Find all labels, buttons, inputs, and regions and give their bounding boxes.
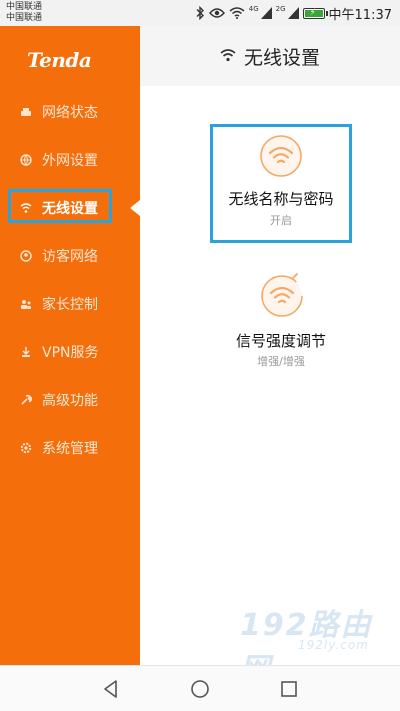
clock: 中午11:37 bbox=[328, 7, 392, 23]
wifi-icon bbox=[220, 47, 236, 66]
tenda-logo: Tenda bbox=[27, 48, 92, 72]
signal-strength-card[interactable]: 信号强度调节 增强/增强 bbox=[210, 270, 352, 380]
card-status: 增强/增强 bbox=[257, 355, 305, 368]
sidebar-item-guest-network[interactable]: 访客网络 bbox=[0, 238, 140, 274]
page-header: 无线设置 bbox=[140, 26, 400, 86]
watermark-url: 192ly.com bbox=[298, 638, 369, 652]
active-item-highlight bbox=[8, 189, 112, 223]
carrier-label-2: 中国联通 bbox=[6, 13, 43, 23]
home-circle-icon[interactable] bbox=[189, 678, 211, 700]
wifi-icon bbox=[229, 7, 245, 19]
sidebar-item-vpn-service[interactable]: VPN服务 bbox=[0, 334, 140, 370]
vpn-icon bbox=[20, 346, 32, 358]
recents-square-icon[interactable] bbox=[278, 678, 300, 700]
sidebar-item-label: VPN服务 bbox=[42, 345, 99, 361]
signal-icon bbox=[260, 7, 272, 19]
signal-icon bbox=[287, 7, 299, 19]
sidebar: Tenda 网络状态 外网设置 无线设置 访客网络 家长控制 VPN服务 高级功… bbox=[0, 26, 140, 665]
gear-icon bbox=[20, 442, 32, 454]
net-type-1: 4G bbox=[248, 5, 259, 13]
watermark: 192路由网 192ly.com bbox=[240, 600, 395, 687]
network-status-icon bbox=[20, 106, 32, 118]
eye-icon bbox=[208, 7, 225, 19]
back-triangle-icon[interactable] bbox=[100, 678, 122, 700]
sidebar-item-label: 系统管理 bbox=[42, 441, 98, 457]
bluetooth-icon bbox=[195, 6, 205, 20]
card-highlight-box bbox=[210, 124, 352, 243]
globe-icon bbox=[20, 154, 32, 166]
sidebar-item-parental-control[interactable]: 家长控制 bbox=[0, 286, 140, 322]
guest-icon bbox=[20, 250, 32, 262]
sidebar-item-label: 家长控制 bbox=[42, 297, 98, 313]
sidebar-item-label: 访客网络 bbox=[42, 249, 98, 265]
wifi-signal-dial-icon bbox=[259, 272, 305, 322]
system-nav-bar bbox=[0, 665, 400, 711]
parental-icon bbox=[20, 298, 32, 310]
net-type-2: 2G bbox=[275, 5, 286, 13]
sidebar-item-network-status[interactable]: 网络状态 bbox=[0, 94, 140, 130]
sidebar-item-label: 高级功能 bbox=[42, 393, 98, 409]
status-bar: 中国联通 中国联通 4G 2G ⚡ 中午11:37 bbox=[0, 0, 400, 26]
card-title: 信号强度调节 bbox=[235, 332, 326, 350]
sidebar-item-wan-settings[interactable]: 外网设置 bbox=[0, 142, 140, 178]
sidebar-item-label: 外网设置 bbox=[42, 153, 98, 169]
sidebar-item-advanced-features[interactable]: 高级功能 bbox=[0, 382, 140, 418]
page-title: 无线设置 bbox=[243, 46, 320, 69]
sidebar-item-system-management[interactable]: 系统管理 bbox=[0, 430, 140, 466]
status-icons: 4G 2G ⚡ 中午11:37 bbox=[195, 4, 392, 23]
active-item-caret bbox=[130, 200, 140, 216]
battery-charging-icon: ⚡ bbox=[302, 7, 328, 19]
wrench-icon bbox=[20, 394, 32, 406]
sidebar-item-label: 网络状态 bbox=[42, 105, 98, 121]
carrier-label-1: 中国联通 bbox=[6, 2, 43, 12]
